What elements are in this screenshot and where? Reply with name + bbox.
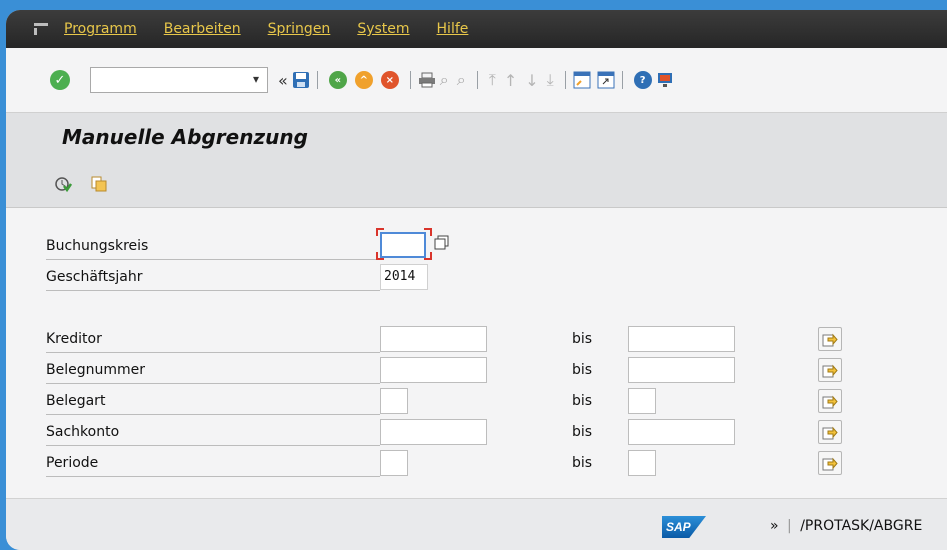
transaction-code: /PROTASK/ABGRE [800, 518, 923, 534]
buchungskreis-input[interactable] [380, 232, 426, 258]
multiple-selection-icon [822, 333, 838, 347]
application-toolbar [6, 163, 947, 208]
belegart-bis-label: bis [572, 393, 593, 409]
standard-toolbar: ✓ ▾ « « ^ × ⌕ ⌕ ⤒ ↑ ↓ ⤓ ? [6, 48, 947, 113]
sachkonto-to-input[interactable] [628, 419, 735, 445]
focus-corner [424, 228, 432, 236]
title-area: Manuelle Abgrenzung [6, 113, 947, 163]
multiple-selection-icon [822, 426, 838, 440]
label-underline [46, 414, 380, 415]
last-page-icon[interactable]: ⤓ [547, 69, 554, 91]
sap-window: Programm Bearbeiten Springen System Hilf… [6, 10, 947, 550]
focus-corner [424, 252, 432, 260]
periode-multiple-selection-button[interactable] [818, 451, 842, 475]
toolbar-separator [409, 71, 411, 89]
previous-page-icon[interactable]: ↑ [504, 69, 517, 91]
label-underline [46, 445, 380, 446]
toolbar-separator [621, 71, 623, 89]
kreditor-multiple-selection-button[interactable] [818, 327, 842, 351]
periode-from-input[interactable] [380, 450, 408, 476]
periode-to-input[interactable] [628, 450, 656, 476]
belegart-from-input[interactable] [380, 388, 408, 414]
kreditor-label: Kreditor [46, 331, 102, 347]
customize-layout-icon[interactable] [656, 69, 674, 91]
first-page-icon[interactable]: ⤒ [489, 69, 496, 91]
menu-system[interactable]: System [357, 21, 409, 37]
command-field[interactable]: ▾ [90, 67, 268, 93]
sachkonto-from-input[interactable] [380, 419, 487, 445]
multiple-selection-icon [822, 457, 838, 471]
label-underline [46, 290, 380, 291]
label-underline [46, 352, 380, 353]
status-expand-icon[interactable]: » [770, 518, 779, 534]
menu-bar: Programm Bearbeiten Springen System Hilf… [6, 10, 947, 48]
buchungskreis-label: Buchungskreis [46, 238, 149, 254]
shortcut-icon[interactable] [597, 69, 615, 91]
system-info[interactable]: » | /PROTASK/ABGRE [770, 518, 922, 534]
search-help-icon[interactable] [434, 235, 450, 251]
kreditor-to-input[interactable] [628, 326, 735, 352]
status-bar: SAP » | /PROTASK/ABGRE [6, 498, 947, 550]
belegart-label: Belegart [46, 393, 106, 409]
print-icon[interactable] [418, 69, 436, 91]
focus-corner [376, 252, 384, 260]
menu-bearbeiten[interactable]: Bearbeiten [164, 21, 241, 37]
multiple-selection-icon [822, 364, 838, 378]
belegart-to-input[interactable] [628, 388, 656, 414]
menu-programm[interactable]: Programm [64, 21, 137, 37]
kreditor-from-input[interactable] [380, 326, 487, 352]
sachkonto-label: Sachkonto [46, 424, 120, 440]
help-icon[interactable]: ? [633, 71, 652, 89]
multiple-selection-icon [822, 395, 838, 409]
command-dropdown-icon[interactable]: ▾ [253, 72, 259, 86]
geschaeftsjahr-input[interactable]: 2014 [380, 264, 428, 290]
menu-hilfe[interactable]: Hilfe [437, 21, 469, 37]
menu-springen[interactable]: Springen [268, 21, 331, 37]
kreditor-bis-label: bis [572, 331, 593, 347]
belegnummer-to-input[interactable] [628, 357, 735, 383]
belegart-multiple-selection-button[interactable] [818, 389, 842, 413]
variants-icon[interactable] [90, 175, 108, 193]
focus-corner [376, 228, 384, 236]
exit-icon[interactable]: ^ [354, 71, 373, 89]
create-session-icon[interactable] [573, 69, 591, 91]
belegnummer-bis-label: bis [572, 362, 593, 378]
back-icon[interactable]: « [328, 71, 347, 89]
label-underline [46, 383, 380, 384]
sap-logo: SAP [662, 516, 706, 538]
sachkonto-bis-label: bis [572, 424, 593, 440]
toolbar-separator [564, 71, 566, 89]
periode-bis-label: bis [572, 455, 593, 471]
cancel-icon[interactable]: × [380, 71, 399, 89]
save-icon[interactable] [292, 69, 310, 91]
geschaeftsjahr-label: Geschäftsjahr [46, 269, 143, 285]
belegnummer-label: Belegnummer [46, 362, 145, 378]
periode-label: Periode [46, 455, 99, 471]
label-underline [46, 476, 380, 477]
belegnummer-from-input[interactable] [380, 357, 487, 383]
find-icon[interactable]: ⌕ [440, 69, 449, 91]
belegnummer-multiple-selection-button[interactable] [818, 358, 842, 382]
system-menu-icon[interactable] [34, 23, 48, 35]
toolbar-separator [476, 71, 478, 89]
toolbar-separator [316, 71, 318, 89]
status-separator: | [787, 518, 792, 534]
collapse-icon[interactable]: « [278, 69, 288, 91]
next-page-icon[interactable]: ↓ [525, 69, 538, 91]
sachkonto-multiple-selection-button[interactable] [818, 420, 842, 444]
label-underline [46, 259, 380, 260]
page-title: Manuelle Abgrenzung [62, 125, 308, 149]
selection-screen: Buchungskreis Geschäftsjahr 2014 Kredito… [6, 208, 947, 498]
enter-icon[interactable]: ✓ [50, 70, 70, 90]
find-next-icon[interactable]: ⌕ [457, 69, 466, 91]
execute-icon[interactable] [54, 175, 73, 193]
